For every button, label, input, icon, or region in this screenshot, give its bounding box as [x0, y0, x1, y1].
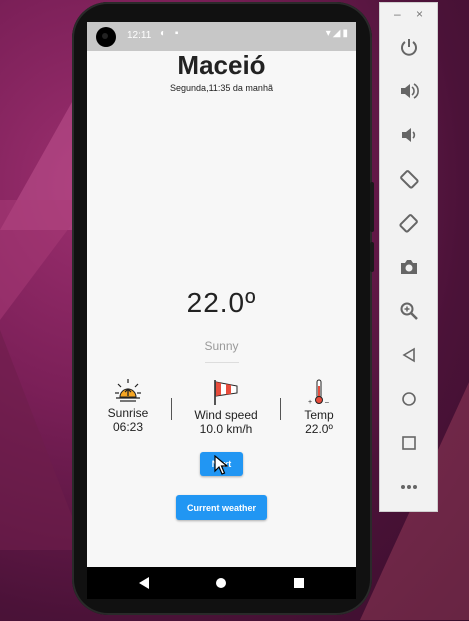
minimize-button[interactable]: – [394, 7, 401, 21]
nav-back-icon[interactable] [139, 577, 149, 589]
status-bar: 12:11 ◐ ▪ ▾◢▮ [87, 22, 356, 51]
current-weather-button[interactable]: Current weather [176, 495, 267, 520]
weather-condition: Sunny [204, 339, 239, 353]
thermometer-icon: + – [308, 379, 329, 406]
stat-divider [280, 398, 281, 420]
close-button[interactable]: × [416, 7, 423, 21]
rotate-right-icon[interactable] [396, 210, 422, 236]
volume-up-icon[interactable] [396, 78, 422, 104]
stat-wind-value: 10.0 km/h [199, 422, 253, 436]
back-icon[interactable] [396, 342, 422, 368]
status-system-icons: ▾◢▮ [325, 28, 350, 39]
app-screen: 12:11 ◐ ▪ ▾◢▮ Maceió Segunda,11:35 da ma… [87, 22, 356, 567]
volume-down-icon[interactable] [396, 122, 422, 148]
svg-text:–: – [325, 399, 329, 406]
sunrise-icon [115, 379, 141, 402]
city-name: Maceió [177, 50, 266, 80]
nav-recents-icon[interactable] [294, 578, 304, 588]
current-temperature: 22.0º [186, 287, 257, 318]
windsock-icon [214, 380, 238, 405]
navigation-bar [87, 567, 356, 599]
more-icon[interactable] [396, 474, 422, 500]
emulator-toolbar: – × [379, 2, 438, 512]
phone-side-button [370, 182, 374, 232]
stat-sunrise: Sunrise 06:23 [101, 378, 155, 434]
nav-home-icon[interactable] [216, 578, 226, 588]
panel-window-controls: – × [380, 7, 439, 23]
home-icon[interactable] [396, 386, 422, 412]
stat-wind-speed: Wind speed 10.0 km/h [187, 378, 265, 436]
phone-side-button [370, 242, 374, 272]
rotate-left-icon[interactable] [396, 166, 422, 192]
camera-icon[interactable] [396, 254, 422, 280]
stat-divider [171, 398, 172, 420]
svg-text:+: + [308, 399, 312, 406]
power-icon[interactable] [396, 34, 422, 60]
stat-wind-label: Wind speed [194, 408, 258, 422]
zoom-icon[interactable] [396, 298, 422, 324]
overview-icon[interactable] [396, 430, 422, 456]
stat-temp-label: Temp [304, 408, 334, 422]
condition-underline [205, 362, 239, 363]
status-time: 12:11 [127, 30, 152, 41]
front-camera [96, 27, 116, 47]
stat-temp-value: 22.0º [305, 422, 333, 436]
status-notification-icons: ◐ ▪ [160, 28, 182, 39]
date-time: Segunda,11:35 da manhã [170, 83, 273, 93]
stat-sunrise-value: 06:23 [112, 420, 144, 434]
stat-sunrise-label: Sunrise [107, 406, 149, 420]
stat-temp: + – Temp 22.0º [298, 378, 340, 436]
mouse-cursor-icon [214, 455, 228, 475]
